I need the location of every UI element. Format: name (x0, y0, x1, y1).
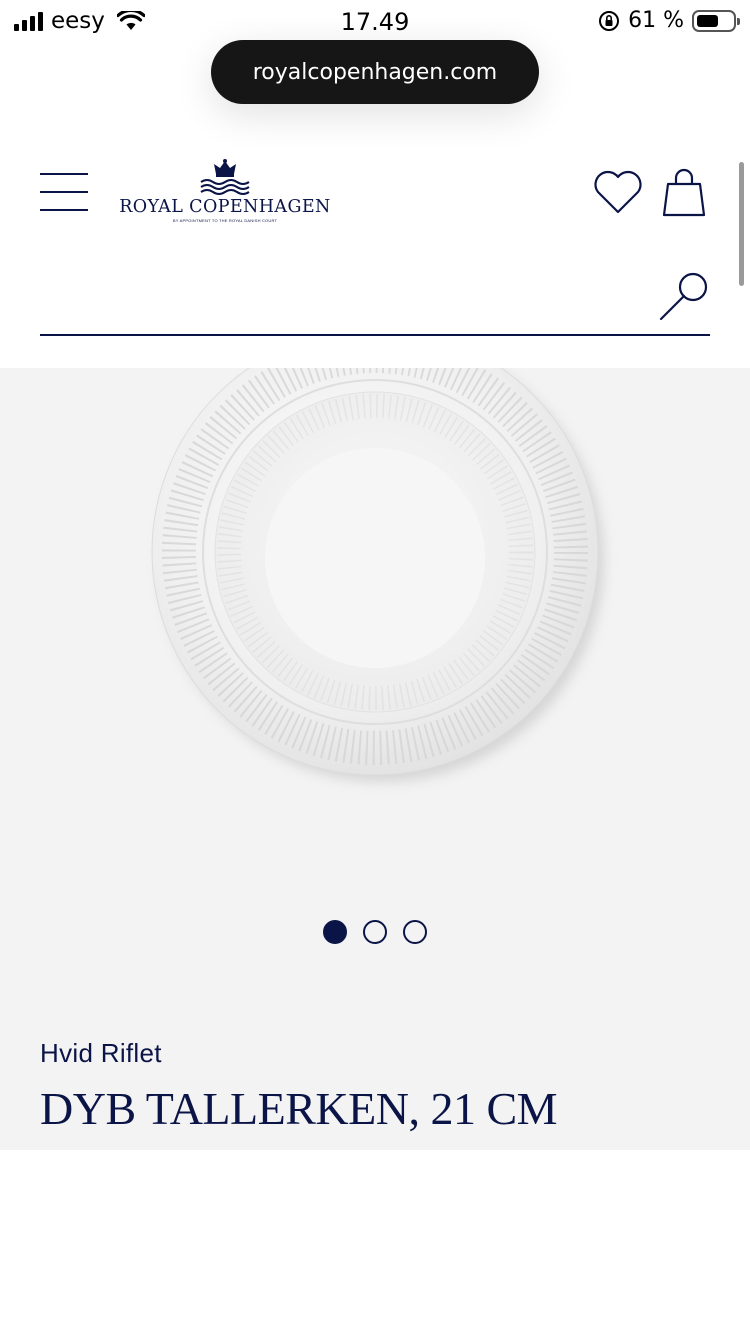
orientation-lock-icon (599, 10, 620, 31)
battery-percent: 61 % (628, 8, 684, 33)
page-scrollbar[interactable] (739, 162, 744, 286)
logo-text: ROYAL COPENHAGEN (119, 197, 331, 217)
search-field (40, 262, 710, 336)
search-icon[interactable] (658, 270, 710, 322)
menu-button[interactable] (40, 173, 88, 211)
gallery-dot[interactable] (323, 920, 347, 944)
gallery-pagination (0, 920, 750, 944)
shopping-bag-icon (662, 168, 706, 217)
product-title: DYB TALLERKEN, 21 CM (40, 1083, 558, 1134)
crown-waves-icon (200, 159, 250, 195)
logo[interactable]: ROYAL COPENHAGEN BY APPOINTMENT TO THE R… (118, 158, 332, 228)
status-right: 61 % (598, 8, 740, 33)
gallery-dot[interactable] (403, 920, 427, 944)
gallery-dot[interactable] (363, 920, 387, 944)
product-gallery: Hvid Riflet DYB TALLERKEN, 21 CM (0, 368, 750, 1150)
wishlist-button[interactable] (592, 168, 644, 216)
url-bar[interactable]: royalcopenhagen.com (211, 40, 539, 104)
logo-subtext: BY APPOINTMENT TO THE ROYAL DANISH COURT (172, 218, 278, 223)
status-bar: eesy 17.49 61 % (0, 0, 750, 44)
search-input[interactable] (40, 262, 640, 332)
shopping-bag-button[interactable] (660, 166, 708, 218)
battery-icon (692, 9, 740, 32)
battery-level (697, 14, 718, 27)
heart-icon (594, 170, 642, 214)
product-image[interactable] (0, 368, 750, 1150)
url-text: royalcopenhagen.com (252, 59, 498, 85)
product-collection[interactable]: Hvid Riflet (40, 1038, 162, 1069)
